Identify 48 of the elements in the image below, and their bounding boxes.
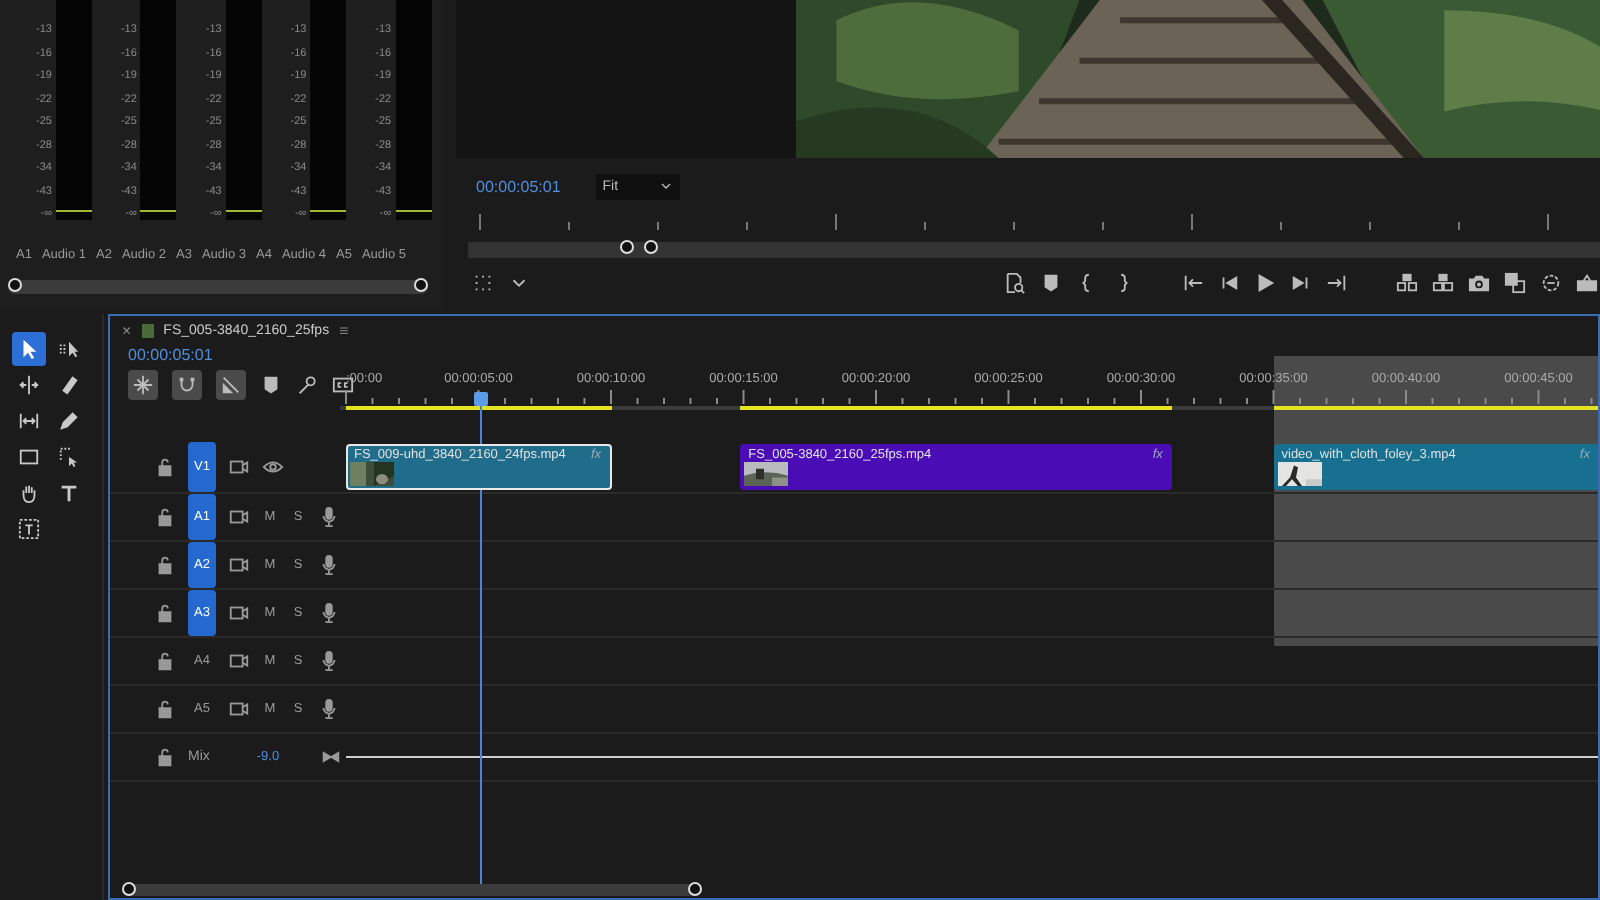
scrollbar[interactable] <box>122 884 702 896</box>
nest-icon[interactable] <box>128 370 158 400</box>
magnet-icon[interactable] <box>172 370 202 400</box>
camera-icon[interactable] <box>1468 271 1491 293</box>
go-to-out-icon[interactable] <box>1326 271 1349 293</box>
close-tab-button[interactable]: × <box>122 321 132 339</box>
lift-icon[interactable] <box>1396 271 1419 293</box>
extract-icon[interactable] <box>1432 271 1455 293</box>
marker-icon[interactable] <box>260 374 282 396</box>
program-timecode[interactable]: 00:00:05:01 <box>476 177 561 195</box>
microphone-icon[interactable] <box>318 506 340 528</box>
lock-icon[interactable] <box>154 506 176 528</box>
marker-icon[interactable] <box>1040 271 1063 293</box>
step-forward-icon[interactable] <box>1290 271 1313 293</box>
sequence-icon <box>141 323 154 337</box>
video-camera-icon[interactable] <box>228 506 250 528</box>
button-editor-icon[interactable] <box>1576 271 1599 293</box>
selection-tool-icon[interactable] <box>12 332 46 366</box>
lock-icon[interactable] <box>154 698 176 720</box>
timeline-timecode[interactable]: 00:00:05:01 <box>128 346 340 364</box>
scrollbar[interactable] <box>8 280 428 294</box>
microphone-icon[interactable] <box>318 698 340 720</box>
lock-icon[interactable] <box>154 650 176 672</box>
video-camera-icon[interactable] <box>228 456 250 478</box>
video-camera-icon[interactable] <box>228 698 250 720</box>
video-camera-icon[interactable] <box>228 650 250 672</box>
video-camera-icon[interactable] <box>228 554 250 576</box>
microphone-icon[interactable] <box>318 650 340 672</box>
microphone-icon[interactable] <box>318 602 340 624</box>
go-to-in-icon[interactable] <box>1182 271 1205 293</box>
microphone-icon[interactable] <box>318 554 340 576</box>
bowtie-icon[interactable] <box>322 748 340 766</box>
lock-icon[interactable] <box>154 456 176 478</box>
grid-icon[interactable] <box>472 271 494 293</box>
lock-icon[interactable] <box>154 746 176 768</box>
video-camera-icon[interactable] <box>228 602 250 624</box>
play-icon[interactable] <box>1254 271 1277 293</box>
wrench-icon[interactable] <box>296 374 318 396</box>
panel-menu-button[interactable]: ≡ <box>339 321 349 339</box>
linked-selection-icon[interactable] <box>216 370 246 400</box>
eye-icon[interactable] <box>262 456 284 478</box>
compare-icon[interactable] <box>1504 271 1527 293</box>
chevron-down-icon[interactable] <box>658 178 675 194</box>
lock-icon[interactable] <box>154 602 176 624</box>
lock-icon[interactable] <box>154 554 176 576</box>
export-icon[interactable] <box>1540 271 1563 293</box>
step-back-icon[interactable] <box>1218 271 1241 293</box>
zoom-page-icon[interactable] <box>1004 271 1027 293</box>
